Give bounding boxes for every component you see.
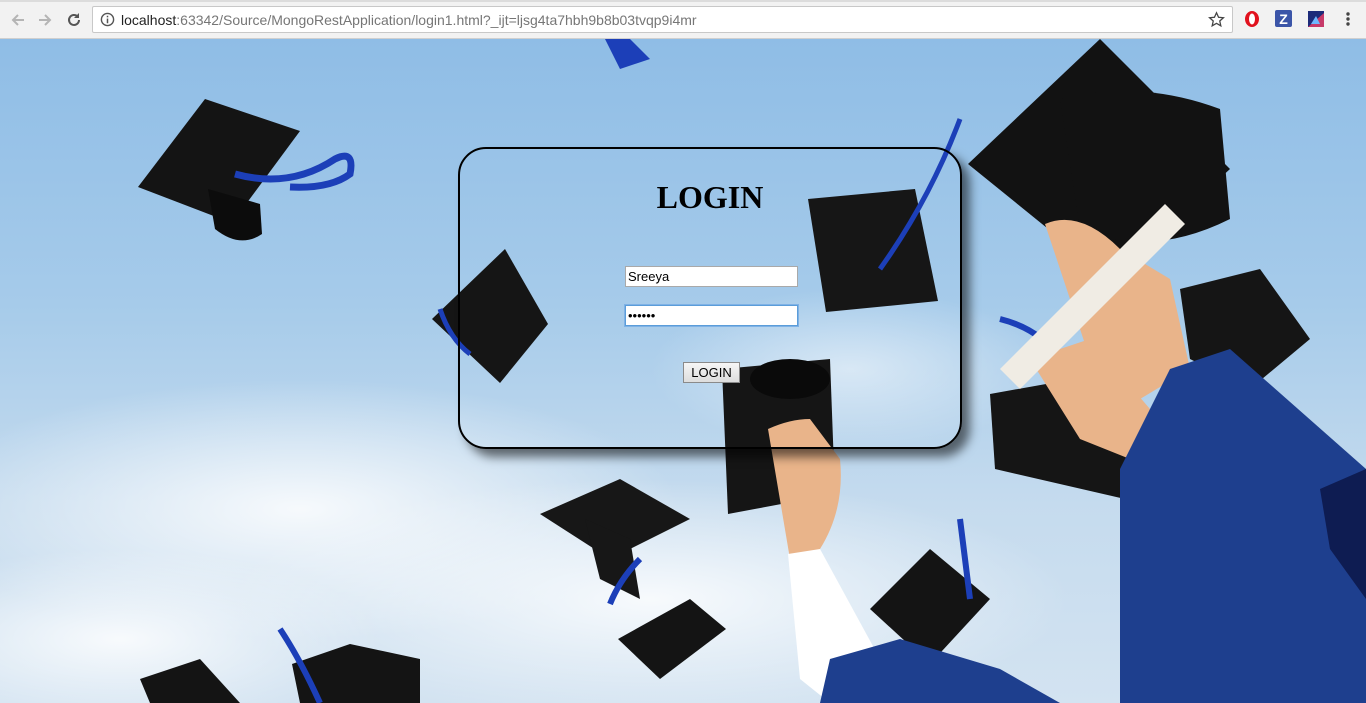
cap-left [138, 99, 355, 241]
reload-button[interactable] [63, 9, 85, 31]
opera-vpn-icon[interactable] [1243, 10, 1261, 28]
tab-strip-edge [0, 0, 1366, 2]
arrow-right-icon [39, 14, 52, 26]
login-panel: LOGIN LOGIN [458, 147, 962, 449]
back-button[interactable] [7, 9, 29, 31]
browser-menu-button[interactable] [1340, 11, 1356, 32]
login-button[interactable]: LOGIN [683, 362, 740, 383]
forward-button[interactable] [34, 9, 56, 31]
url-text: localhost:63342/Source/MongoRestApplicat… [121, 12, 697, 28]
browser-toolbar: localhost:63342/Source/MongoRestApplicat… [0, 0, 1366, 39]
page-background: LOGIN LOGIN [0, 39, 1366, 703]
zotero-icon[interactable]: Z [1275, 10, 1292, 27]
opera-logo-icon [1245, 11, 1259, 27]
cap-top [605, 39, 650, 69]
more-vertical-icon [1346, 12, 1350, 26]
url-path: :63342/Source/MongoRestApplication/login… [176, 12, 697, 28]
username-input[interactable] [625, 266, 798, 287]
extension-logo-icon [1308, 11, 1324, 27]
bookmark-star-icon[interactable] [1208, 11, 1225, 28]
url-host: localhost [121, 12, 177, 28]
login-title: LOGIN [656, 179, 764, 215]
reload-icon [68, 13, 80, 26]
password-input[interactable] [625, 305, 798, 326]
extension-icon[interactable] [1307, 10, 1325, 28]
arrow-left-icon [11, 14, 24, 26]
info-icon[interactable] [100, 12, 115, 27]
address-bar[interactable]: localhost:63342/Source/MongoRestApplicat… [92, 6, 1233, 33]
